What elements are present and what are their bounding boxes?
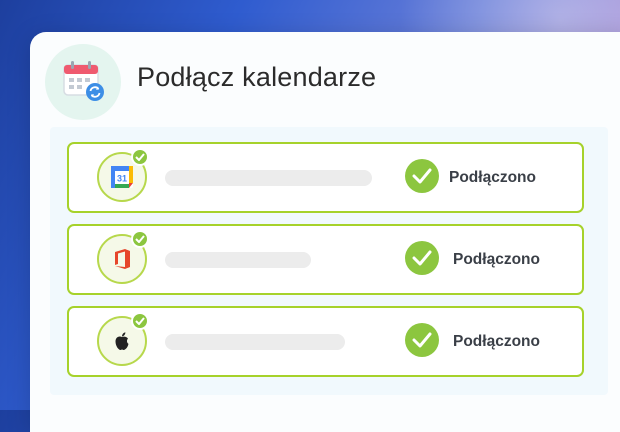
calendar-sync-icon bbox=[45, 44, 121, 120]
calendar-row-apple[interactable]: Podłączono bbox=[67, 306, 584, 377]
check-icon bbox=[405, 241, 439, 275]
calendar-name-placeholder bbox=[165, 252, 311, 268]
calendar-list: 31 Podłączono Podłączono Podłączono bbox=[50, 127, 608, 395]
status-label: Podłączono bbox=[453, 333, 540, 350]
connect-calendars-card: Podłącz kalendarze 31 Podłączono Podłącz… bbox=[30, 32, 620, 432]
connected-badge-icon bbox=[131, 312, 149, 330]
google-calendar-icon: 31 bbox=[97, 148, 149, 202]
calendar-row-google[interactable]: 31 Podłączono bbox=[67, 142, 584, 213]
calendar-row-office[interactable]: Podłączono bbox=[67, 224, 584, 295]
apple-icon bbox=[97, 312, 149, 366]
calendar-name-placeholder bbox=[165, 334, 345, 350]
connected-badge-icon bbox=[131, 148, 149, 166]
connected-badge-icon bbox=[131, 230, 149, 248]
google-calendar-day-text: 31 bbox=[117, 174, 127, 184]
status-label: Podłączono bbox=[449, 169, 536, 186]
office-icon bbox=[97, 230, 149, 284]
check-icon bbox=[405, 323, 439, 357]
status-label: Podłączono bbox=[453, 251, 540, 268]
page-title: Podłącz kalendarze bbox=[137, 62, 377, 92]
calendar-name-placeholder bbox=[165, 170, 372, 186]
check-icon bbox=[405, 159, 439, 193]
